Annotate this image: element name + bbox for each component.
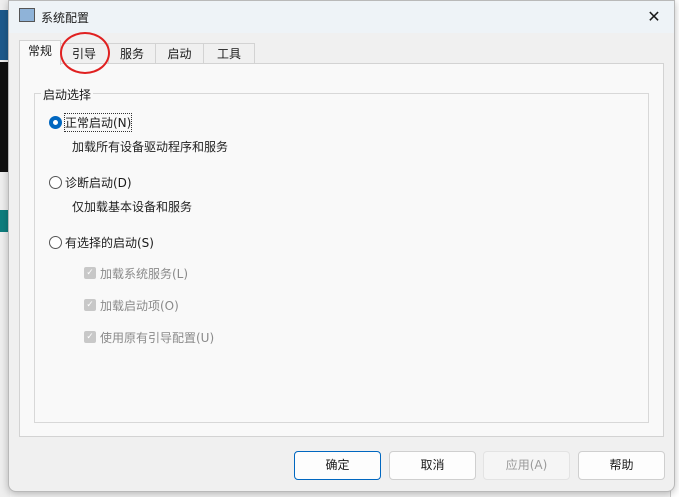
checkbox-use-original-boot-config[interactable]: ✓ xyxy=(84,331,96,343)
selective-startup-label[interactable]: 有选择的启动(S) xyxy=(65,234,154,251)
normal-startup-label[interactable]: 正常启动(N) xyxy=(63,113,133,132)
tab-panel-general: 启动选择 正常启动(N) 加载所有设备驱动程序和服务 诊断启动(D) 仅加载基本… xyxy=(19,63,664,437)
diagnostic-startup-desc: 仅加载基本设备和服务 xyxy=(72,200,193,214)
radio-diagnostic-startup[interactable] xyxy=(49,176,62,189)
red-annotation-circle xyxy=(60,32,110,74)
apply-button[interactable]: 应用(A) xyxy=(483,451,570,480)
tab-general[interactable]: 常规 xyxy=(19,40,61,65)
use-original-boot-config-label: 使用原有引导配置(U) xyxy=(100,331,215,345)
ok-button[interactable]: 确定 xyxy=(294,451,381,480)
startup-selection-group: 启动选择 正常启动(N) 加载所有设备驱动程序和服务 诊断启动(D) 仅加载基本… xyxy=(34,86,649,423)
load-system-services-label: 加载系统服务(L) xyxy=(100,267,189,281)
window-title: 系统配置 xyxy=(41,11,90,25)
load-startup-items-label: 加载启动项(O) xyxy=(100,299,179,313)
checkbox-load-startup-items[interactable]: ✓ xyxy=(84,299,96,311)
normal-startup-desc: 加载所有设备驱动程序和服务 xyxy=(72,140,229,154)
cancel-button[interactable]: 取消 xyxy=(389,451,476,480)
help-button[interactable]: 帮助 xyxy=(578,451,665,480)
app-icon xyxy=(19,8,35,22)
tab-startup[interactable]: 启动 xyxy=(155,43,204,65)
title-bar: 系统配置 ✕ xyxy=(9,1,674,33)
radio-selective-startup[interactable] xyxy=(49,236,62,249)
tab-services[interactable]: 服务 xyxy=(108,43,156,65)
close-icon[interactable]: ✕ xyxy=(642,5,666,29)
checkbox-load-system-services[interactable]: ✓ xyxy=(84,267,96,279)
diagnostic-startup-label[interactable]: 诊断启动(D) xyxy=(65,174,132,191)
system-config-dialog: 系统配置 ✕ 常规 引导 服务 启动 工具 启动选择 正常启动(N) 加载所有设… xyxy=(8,0,675,492)
tab-tools[interactable]: 工具 xyxy=(203,43,255,65)
group-label: 启动选择 xyxy=(41,86,94,103)
radio-normal-startup[interactable] xyxy=(49,116,62,129)
